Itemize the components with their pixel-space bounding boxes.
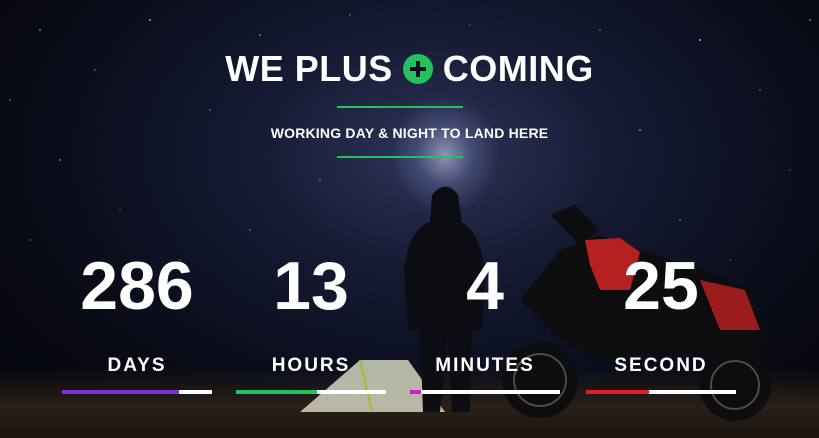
days-value: 286 (80, 248, 194, 324)
plus-icon (402, 54, 433, 84)
seconds-label: SECOND (614, 355, 708, 376)
hours-progress-fill (236, 390, 317, 394)
days-progress-bar (62, 390, 212, 394)
seconds-progress-fill (586, 390, 649, 394)
hours-label: HOURS (271, 355, 351, 376)
minutes-progress-bar (410, 390, 560, 394)
seconds-progress-bar (586, 390, 736, 394)
title-left: WE PLUS (225, 48, 393, 89)
title-divider-top (337, 106, 463, 108)
minutes-value: 4 (466, 248, 504, 324)
seconds-value: 25 (623, 248, 699, 324)
page-subtitle: WORKING DAY & NIGHT TO LAND HERE (270, 125, 549, 141)
minutes-label: MINUTES (435, 355, 535, 376)
title-right: COMING (442, 48, 594, 89)
hours-progress-bar (236, 390, 386, 394)
minutes-progress-fill (410, 390, 421, 394)
title-divider-bottom (337, 156, 463, 158)
page-title: WE PLUS COMING (0, 48, 819, 90)
days-label: DAYS (107, 355, 167, 376)
days-progress-fill (62, 390, 179, 394)
hours-value: 13 (273, 248, 349, 324)
